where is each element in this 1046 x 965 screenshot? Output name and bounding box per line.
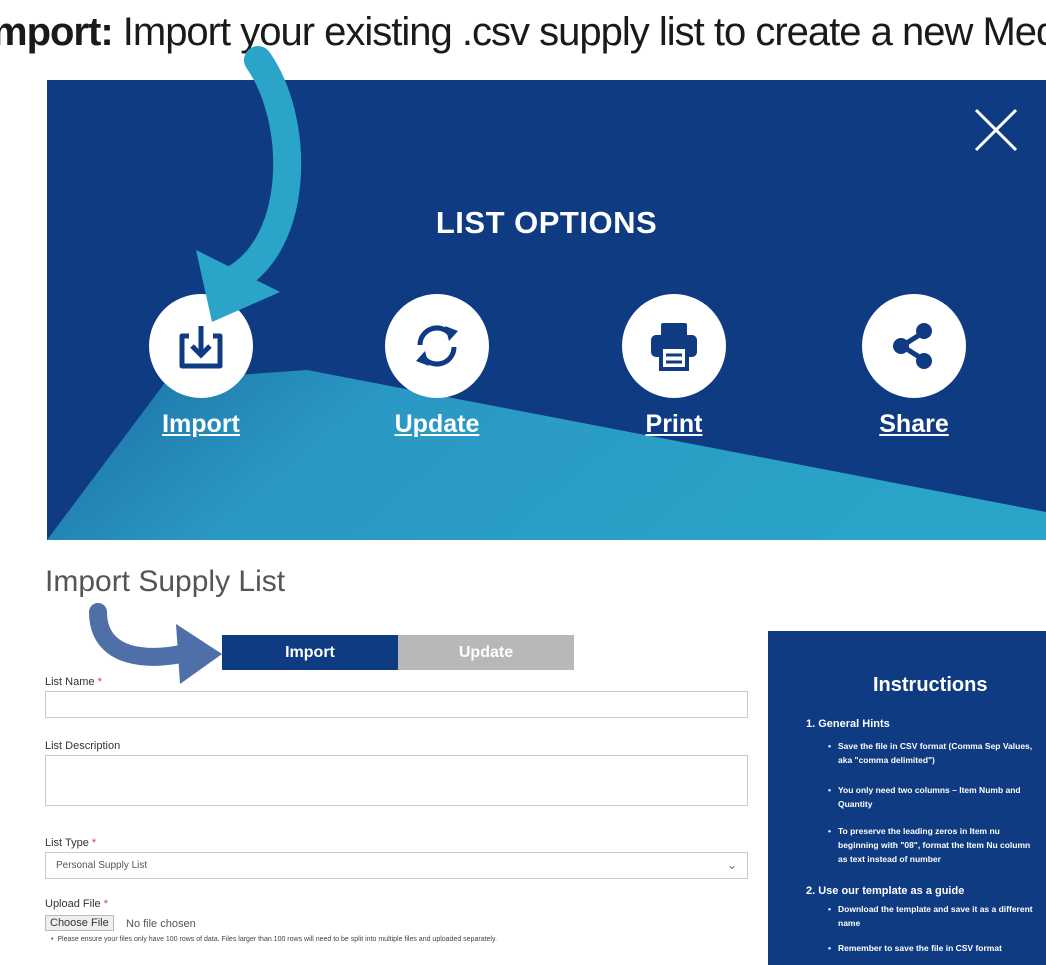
choose-file-button[interactable]: Choose File (45, 915, 114, 931)
option-update[interactable]: Update (377, 294, 497, 439)
tab-import[interactable]: Import (222, 635, 398, 670)
caption-text: mport: Import your existing .csv supply … (0, 0, 1046, 80)
option-print-label[interactable]: Print (614, 410, 734, 439)
hint-item: You only need two columns – Item Numb an… (828, 783, 1038, 811)
caption-body: Import your existing .csv supply list to… (112, 10, 1046, 54)
option-import-label[interactable]: Import (141, 410, 261, 439)
list-name-label: List Name * (45, 676, 102, 688)
list-description-label: List Description (45, 740, 121, 752)
upload-file-label: Upload File * (45, 898, 108, 910)
list-type-value: Personal Supply List (56, 860, 148, 871)
import-icon[interactable] (149, 294, 253, 398)
list-name-input[interactable] (45, 691, 748, 718)
instructions-title: Instructions (873, 674, 988, 696)
modal-title: LIST OPTIONS (435, 205, 658, 240)
option-share[interactable]: Share (854, 294, 974, 439)
option-update-label[interactable]: Update (377, 410, 497, 439)
close-icon[interactable] (972, 106, 1020, 154)
upload-note: • Please ensure your files only have 100… (51, 936, 497, 943)
option-share-label[interactable]: Share (854, 410, 974, 439)
refresh-icon[interactable] (385, 294, 489, 398)
import-supply-list-panel: Import Supply List Import Update List Na… (15, 540, 1046, 965)
caption-bold: mport: (0, 10, 114, 54)
hint-item: To preserve the leading zeros in Item nu… (828, 824, 1038, 866)
hint-item: Download the template and save it as a d… (828, 902, 1038, 930)
page-title: Import Supply List (45, 565, 286, 598)
hint-item: Remember to save the file in CSV format (828, 941, 1038, 955)
list-description-field[interactable] (45, 755, 748, 806)
chevron-down-icon: ⌄ (726, 858, 737, 872)
printer-icon[interactable] (622, 294, 726, 398)
instructions-section-1: 1. General Hints (806, 718, 890, 730)
list-options-modal: LIST OPTIONS Import Update Print Share (47, 80, 1046, 540)
option-print[interactable]: Print (614, 294, 734, 439)
share-icon[interactable] (862, 294, 966, 398)
list-type-label: List Type * (45, 837, 97, 849)
file-status: No file chosen (126, 918, 196, 930)
tab-update[interactable]: Update (398, 635, 574, 670)
list-type-select[interactable]: Personal Supply List ⌄ (45, 852, 748, 879)
instructions-section-2: 2. Use our template as a guide (806, 885, 965, 897)
option-import[interactable]: Import (141, 294, 261, 439)
instructions-panel: Instructions 1. General Hints Save the f… (768, 631, 1046, 965)
hint-item: Save the file in CSV format (Comma Sep V… (828, 739, 1038, 767)
